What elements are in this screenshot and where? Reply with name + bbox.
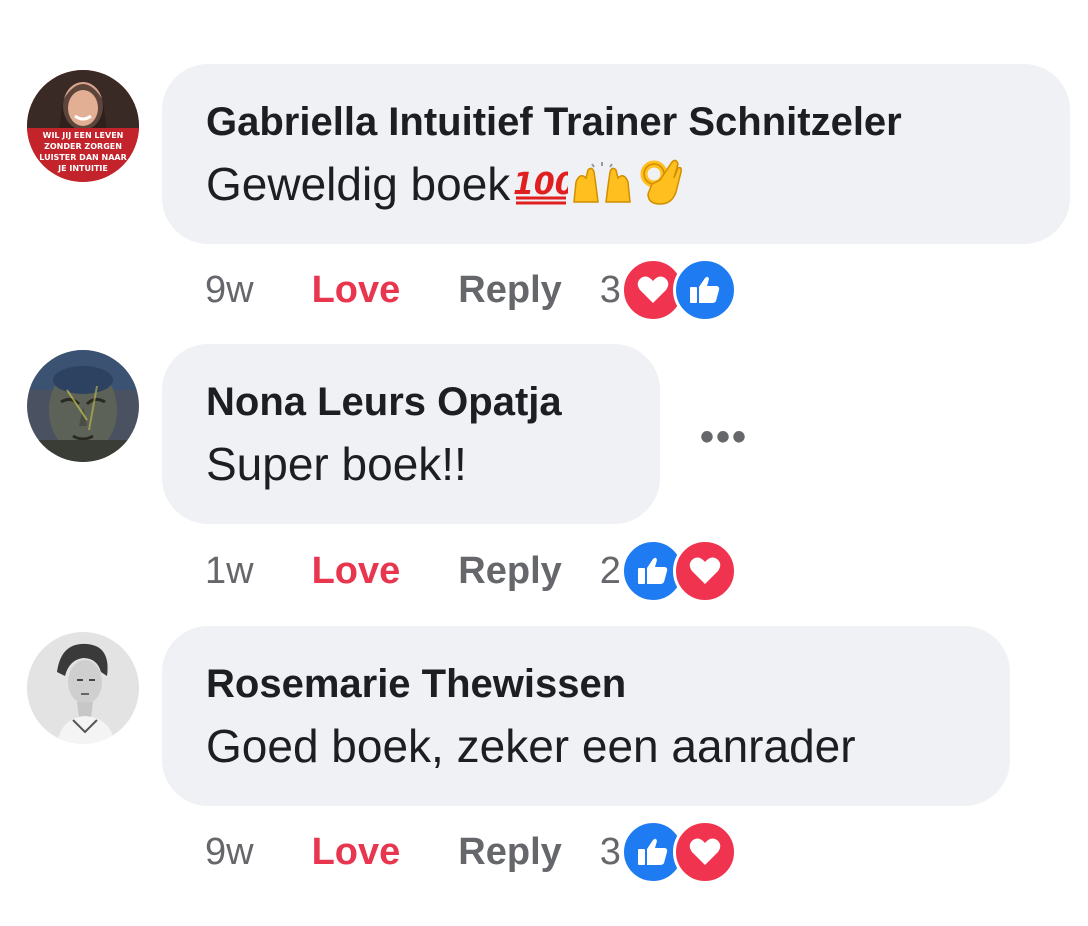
comment-bubble[interactable]: Rosemarie Thewissen Goed boek, zeker een… [162,626,1010,806]
heart-reaction-icon [672,539,737,603]
svg-text:ZONDER ZORGEN: ZONDER ZORGEN [44,142,122,151]
comment-actions: 1w Love Reply 2 [205,539,737,603]
avatar-image: WIL JIJ EEN LEVEN ZONDER ZORGEN LUISTER … [27,70,139,182]
svg-text:JE INTUITIE: JE INTUITIE [57,164,108,173]
comment-author[interactable]: Gabriella Intuitief Trainer Schnitzeler [206,98,1026,146]
comment-text: Goed boek, zeker een aanrader [206,720,856,772]
comment-bubble[interactable]: Gabriella Intuitief Trainer Schnitzeler … [162,64,1070,244]
comment-timestamp[interactable]: 9w [205,831,254,874]
reaction-icons[interactable] [620,820,737,884]
ok-hand-icon [636,158,683,218]
comment-timestamp[interactable]: 9w [205,269,254,312]
comment-timestamp[interactable]: 1w [205,550,254,593]
avatar[interactable] [27,632,139,744]
reaction-count[interactable]: 3 [600,269,621,312]
avatar-image [27,632,139,744]
reaction-icons[interactable] [620,539,737,603]
reply-button[interactable]: Reply [458,831,561,874]
comment-text: Geweldig boek100 [206,156,1026,218]
raising-hands-icon [570,162,634,218]
reaction-icons[interactable] [620,258,737,322]
avatar[interactable]: WIL JIJ EEN LEVEN ZONDER ZORGEN LUISTER … [27,70,139,182]
comment-author[interactable]: Rosemarie Thewissen [206,660,966,708]
avatar-image [27,350,139,462]
comment-actions: 9w Love Reply 3 [205,820,737,884]
comment-text-content: Geweldig boek [206,158,511,210]
comment-actions: 9w Love Reply 3 [205,258,737,322]
hundred-points-icon: 100 [512,162,576,218]
svg-text:WIL JIJ EEN LEVEN: WIL JIJ EEN LEVEN [43,131,124,140]
reaction-count[interactable]: 2 [600,550,621,593]
like-reaction-icon [672,258,737,322]
love-button[interactable]: Love [312,269,401,312]
avatar[interactable] [27,350,139,462]
reaction-count[interactable]: 3 [600,831,621,874]
reply-button[interactable]: Reply [458,550,561,593]
love-button[interactable]: Love [312,550,401,593]
love-button[interactable]: Love [312,831,401,874]
comment-author[interactable]: Nona Leurs Opatja [206,378,616,426]
svg-text:LUISTER DAN NAAR: LUISTER DAN NAAR [39,153,126,162]
reply-button[interactable]: Reply [458,269,561,312]
comment-text: Super boek!! [206,438,467,490]
more-options-button[interactable]: ••• [700,415,748,460]
comment-bubble[interactable]: Nona Leurs Opatja Super boek!! [162,344,660,524]
heart-reaction-icon [672,820,737,884]
